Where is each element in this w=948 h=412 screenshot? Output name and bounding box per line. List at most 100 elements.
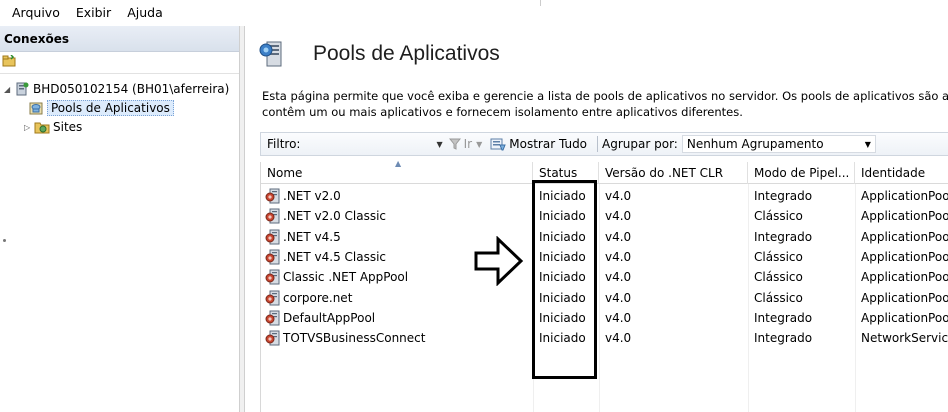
connections-toolbar <box>0 52 239 74</box>
page-description: Esta página permite que você exiba e ger… <box>262 88 948 120</box>
sites-folder-icon <box>34 122 50 134</box>
cell-status: Iniciado <box>539 270 586 285</box>
cell-status: Iniciado <box>539 310 586 325</box>
cell-name: .NET v4.5 Classic <box>261 247 392 267</box>
table-row[interactable]: .NET v2.0 Iniciado v4.0 Integrado Applicatio… <box>261 186 948 206</box>
menu-arquivo[interactable]: Arquivo <box>4 5 68 20</box>
table-row[interactable]: Classic .NET AppPool Iniciado v4.0 Clássico… <box>261 267 948 287</box>
table-row[interactable]: corpore.net Iniciado v4.0 Clássico Applicati… <box>261 288 948 308</box>
pool-name: corpore.net <box>283 290 353 305</box>
main-content: Pools de Aplicativos Esta página permite… <box>246 26 948 412</box>
cell-clr: v4.0 <box>605 331 632 346</box>
connect-icon[interactable] <box>2 55 16 67</box>
cell-status: Iniciado <box>539 331 586 346</box>
description-line-2: contêm um ou mais aplicativos e fornecem… <box>262 105 743 119</box>
cell-status: Iniciado <box>539 290 586 305</box>
cell-name: .NET v2.0 Classic <box>261 206 392 226</box>
column-header-status[interactable]: Status <box>533 162 599 184</box>
pool-name: .NET v4.5 <box>283 229 341 244</box>
table-row[interactable]: .NET v4.5 Classic Iniciado v4.0 Clássico App… <box>261 247 948 267</box>
cell-name: Classic .NET AppPool <box>261 267 414 287</box>
app-pool-icon <box>265 249 280 265</box>
cell-clr: v4.0 <box>605 310 632 325</box>
column-header-name[interactable]: Nome ▲ <box>261 159 533 184</box>
filter-input[interactable] <box>304 135 435 153</box>
menu-exibir[interactable]: Exibir <box>68 5 119 20</box>
menu-ajuda[interactable]: Ajuda <box>119 5 171 20</box>
go-label: Ir <box>463 137 473 151</box>
cell-identity: NetworkService <box>861 331 948 346</box>
table-row[interactable]: .NET v4.5 Iniciado v4.0 Integrado Applicatio… <box>261 227 948 247</box>
table-row[interactable]: .NET v2.0 Classic Iniciado v4.0 Clássico App… <box>261 206 948 226</box>
cell-identity: ApplicationPool <box>861 249 948 264</box>
tree-node-server[interactable]: ◢ BHD050102154 (BH01\aferreira) <box>4 80 229 98</box>
cell-clr: v4.0 <box>605 209 632 224</box>
column-header-pipeline[interactable]: Modo de Pipel... <box>748 162 855 184</box>
cell-name: TOTVSBusinessConnect <box>261 328 431 348</box>
cell-identity: ApplicationPool <box>861 270 948 285</box>
cell-clr: v4.0 <box>605 249 632 264</box>
cell-identity: ApplicationPool <box>861 209 948 224</box>
app-pool-page-icon <box>259 41 282 67</box>
cell-pipeline: Integrado <box>754 229 813 244</box>
funnel-icon <box>448 138 461 150</box>
show-all-button[interactable]: Mostrar Tudo <box>490 137 587 151</box>
page-title: Pools de Aplicativos <box>313 42 500 65</box>
chevron-down-icon: ▼ <box>864 139 871 149</box>
cell-name: DefaultAppPool <box>261 308 381 328</box>
pool-name: Classic .NET AppPool <box>283 270 409 285</box>
tree-label-app-pools: Pools de Aplicativos <box>47 100 174 116</box>
filter-dropdown-icon[interactable]: ▼ <box>436 140 442 149</box>
grid-header: Nome ▲ Status Versão do .NET CLR Modo de… <box>261 159 948 184</box>
cell-identity: ApplicationPool <box>861 189 948 203</box>
group-by-select[interactable]: Nenhum Agrupamento ▼ <box>681 135 876 153</box>
table-row[interactable]: TOTVSBusinessConnect Iniciado v4.0 Integrad… <box>261 328 948 348</box>
pool-name: .NET v2.0 <box>283 189 341 203</box>
cell-pipeline: Integrado <box>754 331 813 346</box>
connections-pane: Conexões ◢ BHD050102154 (BH01\aferreira) <box>0 26 240 412</box>
cell-pipeline: Clássico <box>754 290 803 305</box>
column-label-name: Nome <box>267 166 303 180</box>
cell-identity: ApplicationPool <box>861 229 948 244</box>
cell-name: .NET v2.0 <box>261 186 347 206</box>
app-pool-icon <box>265 269 280 285</box>
table-row[interactable]: DefaultAppPool Iniciado v4.0 Integrado Appli… <box>261 308 948 328</box>
sort-ascending-icon: ▲ <box>395 159 402 168</box>
show-all-icon <box>490 138 507 151</box>
tree-node-app-pools[interactable]: Pools de Aplicativos <box>28 99 174 117</box>
column-label-status: Status <box>539 166 578 180</box>
cell-clr: v4.0 <box>605 189 632 203</box>
collapse-icon[interactable]: ◢ <box>4 85 14 94</box>
app-pool-icon <box>265 229 280 245</box>
pool-name: TOTVSBusinessConnect <box>283 331 426 346</box>
cell-clr: v4.0 <box>605 229 632 244</box>
column-label-clr: Versão do .NET CLR <box>605 166 724 180</box>
pool-name: DefaultAppPool <box>283 310 376 325</box>
server-icon <box>16 82 29 96</box>
tree-label-server: BHD050102154 (BH01\aferreira) <box>33 82 230 96</box>
column-header-clr[interactable]: Versão do .NET CLR <box>599 162 748 184</box>
column-label-pipeline: Modo de Pipel... <box>754 166 850 180</box>
connections-header: Conexões <box>0 26 239 52</box>
go-dropdown-icon[interactable]: ▼ <box>476 140 482 149</box>
cell-clr: v4.0 <box>605 270 632 285</box>
app-pools-grid: Nome ▲ Status Versão do .NET CLR Modo de… <box>260 159 948 412</box>
menu-bar: Arquivo Exibir Ajuda <box>0 0 948 24</box>
app-pool-icon <box>265 188 280 204</box>
cell-pipeline: Clássico <box>754 270 803 285</box>
show-all-label: Mostrar Tudo <box>509 137 588 151</box>
description-line-1: Esta página permite que você exiba e ger… <box>262 89 948 103</box>
group-by-value: Nenhum Agrupamento <box>686 137 824 151</box>
column-header-identity[interactable]: Identidade <box>855 162 948 184</box>
pool-name: .NET v2.0 Classic <box>283 209 387 224</box>
pane-splitter[interactable] <box>240 26 245 412</box>
tree-node-sites[interactable]: ▷ Sites <box>24 118 82 136</box>
pane-edge-grip <box>3 239 6 242</box>
expand-icon[interactable]: ▷ <box>24 123 34 132</box>
app-pool-icon <box>29 102 43 115</box>
cell-status: Iniciado <box>539 229 586 244</box>
cell-pipeline: Integrado <box>754 189 813 203</box>
group-by-label: Agrupar por: <box>602 137 678 151</box>
go-button[interactable]: Ir ▼ <box>448 137 482 151</box>
app-pool-icon <box>265 290 280 305</box>
